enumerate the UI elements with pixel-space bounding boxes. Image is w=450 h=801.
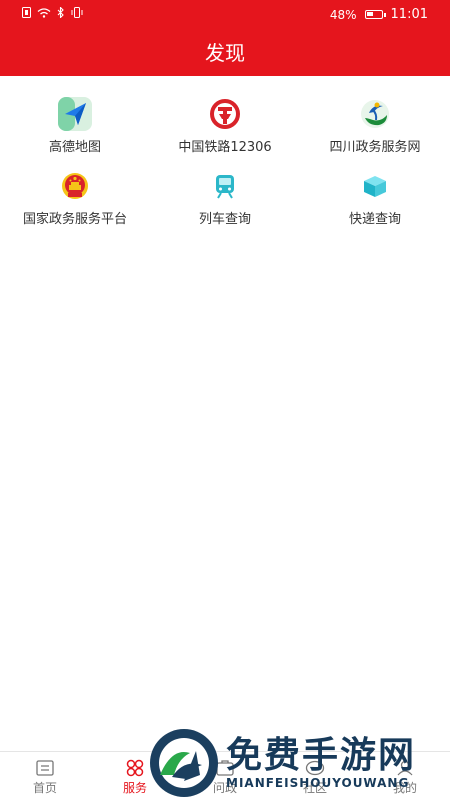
battery-percent: 48% xyxy=(329,7,357,22)
sim-icon xyxy=(22,7,31,21)
sichuan-gov-icon xyxy=(357,96,393,132)
page-title: 发现 xyxy=(0,30,450,76)
service-item-national-gov[interactable]: 国家政务服务平台 xyxy=(0,168,150,240)
service-label: 列车查询 xyxy=(198,212,251,227)
battery-icon xyxy=(364,10,386,19)
service-item-express-query[interactable]: 快递查询 xyxy=(300,168,450,240)
service-item-amap[interactable]: 高德地图 xyxy=(0,96,150,168)
service-row: 国家政务服务平台 列车查询 快递查询 xyxy=(0,168,450,240)
clock: 11:01 xyxy=(390,7,428,22)
status-icons-left xyxy=(22,6,83,21)
service-row: 高德地图 中国铁路12306 四川政务服务网 xyxy=(0,96,450,168)
vibrate-icon xyxy=(71,7,83,21)
watermark-text: 免费手游网 MIANFEISHOUYOUWANG xyxy=(226,734,417,790)
service-grid: 高德地图 中国铁路12306 四川政务服务网 国家政务服务平台 列车查询 快递查… xyxy=(0,96,450,240)
service-item-train-query[interactable]: 列车查询 xyxy=(150,168,300,240)
service-icon xyxy=(125,759,145,777)
amap-icon xyxy=(57,96,93,132)
status-icons-right: 48% 11:01 xyxy=(330,7,428,22)
bluetooth-icon xyxy=(57,6,65,21)
tab-label: 首页 xyxy=(32,781,57,795)
watermark-title: 免费手游网 xyxy=(226,734,417,776)
status-bar: 48% 11:01 xyxy=(0,0,450,30)
watermark-subtitle: MIANFEISHOUYOUWANG xyxy=(226,775,410,790)
service-label: 国家政务服务平台 xyxy=(22,212,127,227)
package-icon xyxy=(357,168,393,204)
watermark-logo xyxy=(150,728,218,797)
service-label: 高德地图 xyxy=(48,140,101,155)
service-item-sichuan-gov[interactable]: 四川政务服务网 xyxy=(300,96,450,168)
wifi-icon xyxy=(37,7,51,21)
service-label: 中国铁路12306 xyxy=(178,140,272,155)
national-emblem-icon xyxy=(57,168,93,204)
service-label: 快递查询 xyxy=(348,212,401,227)
home-icon xyxy=(35,759,55,777)
service-item-12306[interactable]: 中国铁路12306 xyxy=(150,96,300,168)
tab-label: 服务 xyxy=(122,781,147,795)
train-icon xyxy=(207,168,243,204)
battery-fill xyxy=(366,12,373,16)
watermark: 免费手游网 MIANFEISHOUYOUWANG xyxy=(150,725,450,800)
tab-home[interactable]: 首页 xyxy=(0,752,90,800)
railway-icon xyxy=(207,96,243,132)
service-label: 四川政务服务网 xyxy=(329,140,421,155)
